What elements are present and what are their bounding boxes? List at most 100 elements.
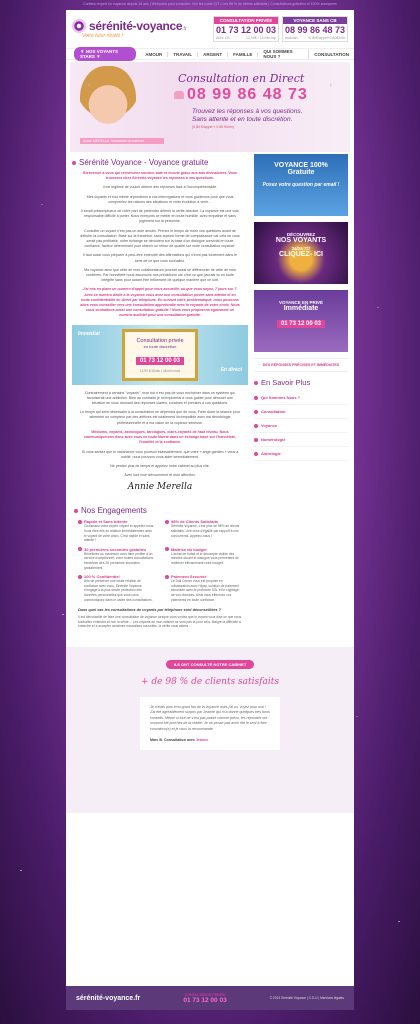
sidebar-link-consultation[interactable]: Consultation	[254, 405, 348, 419]
link-label: Astrologie	[261, 451, 281, 456]
paragraph: Contrairement à certains "voyants", mon …	[84, 390, 236, 406]
bullet-icon	[78, 519, 82, 524]
faq-block: Dans quel cas les consultations de voyan…	[66, 602, 256, 635]
bullet-icon	[165, 519, 169, 524]
footer: sérénité-voyance.fr CONSULTATION PRIVÉE …	[66, 986, 354, 1010]
bullet-icon	[78, 574, 82, 579]
bullet-icon	[254, 423, 258, 428]
founder-caption: Annie MERELLA, fondatrice du cabinet	[80, 138, 164, 144]
engagement-item: 100 % Confidentiel Afin de préserver une …	[78, 574, 155, 602]
engagements-section: Nos Engagements Rapide et Sans Attente Ch…	[66, 506, 250, 602]
phone-box-audiotel[interactable]: VOYANCE SANS CB 08 99 86 48 73 Audiotel *…	[282, 16, 348, 42]
paragraph: J'ai mis en place un numéro d'appel pour…	[80, 287, 240, 318]
cta-frame[interactable]: Consultation privée en toute discrétion …	[122, 328, 198, 381]
footer-phone-number[interactable]: 01 73 12 00 03	[183, 997, 226, 1004]
bullet-icon	[254, 437, 258, 442]
consultation-cta-banner[interactable]: Immédiat Consultation privée en toute di…	[72, 324, 248, 385]
private-voyance-banner[interactable]: VOYANCE EN PRIVÉ Immédiate 01 73 12 00 0…	[254, 290, 348, 352]
discover-voyants-banner[interactable]: DÉCOUVREZ NOS VOYANTS 24/24 7/7 CLIQUEZ-…	[254, 222, 348, 284]
sidebar: VOYANCE 100% Gratuite Posez votre questi…	[254, 154, 348, 502]
engagement-desc: Sérénité Voyance, c'est plus de 98% de c…	[171, 524, 240, 538]
cta-tag-immediat: Immédiat	[78, 330, 100, 337]
sidebar-link-qui-sommes-nous[interactable]: Qui Sommes Nous ?	[254, 391, 348, 405]
phone-note-left: Avec CB	[216, 36, 230, 40]
link-label: Qui Sommes Nous ?	[261, 395, 301, 400]
engagement-desc: Afin de préserver une totale relation de…	[84, 579, 153, 602]
bullet-icon	[254, 409, 258, 414]
hero-sub-1: Trouvez les réponses à vos questions.	[192, 108, 303, 115]
faq-answer: Il est déconseillé de faire une consulta…	[78, 615, 242, 629]
page-title-text: Sérénité Voyance - Voyance gratuite	[79, 158, 209, 167]
title-bullet-icon	[254, 380, 258, 385]
cta-subtitle: en toute discrétion	[143, 343, 177, 349]
engagement-item: Rapide et Sans Attente Choisissez votre e…	[78, 519, 155, 542]
phone-note-right: 12,90€ / 15 min top	[246, 36, 276, 40]
author-name: Marc B. Consultation avec	[150, 738, 195, 743]
banner-line: Posez votre question par email !	[262, 182, 340, 188]
sidebar-link-voyance[interactable]: Voyance	[254, 419, 348, 433]
bullet-icon	[78, 547, 82, 552]
hero-banner[interactable]: Annie MERELLA, fondatrice du cabinet Con…	[70, 62, 350, 152]
hero-phone-number[interactable]: 08 99 86 48 73	[187, 86, 308, 104]
link-label: Consultation	[261, 409, 286, 414]
more-title-text: En Savoir Plus	[261, 378, 311, 387]
title-bullet-icon	[72, 160, 76, 165]
engagement-desc: L'achat de forfait et le décompte visibl…	[171, 551, 239, 565]
engagement-item: Maîtrise du budget L'achat de forfait et …	[165, 547, 242, 570]
nav-voyants-stars[interactable]: ▼ NOS VOYANTS STARS ▼	[74, 47, 137, 61]
engagement-desc: Choisissez votre expert voyant et appele…	[84, 524, 155, 543]
banner-line: VOYANCE 100%	[274, 162, 328, 169]
paragraph: Ma voyance ainsi que celle de mes collab…	[84, 267, 236, 283]
nav-item-amour[interactable]: AMOUR	[140, 51, 169, 57]
intro-paragraph: Bienvenue à vous qui recherchez soutien,…	[83, 171, 237, 181]
phone-number[interactable]: 01 73 12 00 03	[214, 24, 278, 36]
bullet-icon	[165, 574, 169, 579]
paragraph: Le temps qui sera nécessaire à la consul…	[80, 410, 240, 425]
paragraph: Consulter un voyant n'est pas un acte an…	[80, 228, 240, 249]
page-title: Sérénité Voyance - Voyance gratuite	[72, 158, 248, 167]
top-info-line: Contenu expert en voyance depuis 18 ans …	[83, 2, 337, 6]
cta-price: 12,90 €/15min • 48 min maxi	[139, 368, 181, 373]
engagement-item: 30 premières secondes gratuites Bénéficie…	[78, 547, 155, 570]
phone-note-right: *0,80€/appel+0,80€/min	[307, 36, 345, 40]
nav-item-famille[interactable]: FAMILLE	[228, 51, 259, 57]
banner-line: Gratuite	[287, 169, 315, 176]
nav-item-travail[interactable]: TRAVAIL	[168, 51, 199, 57]
carousel-prev-icon[interactable]: ‹	[88, 80, 91, 89]
paragraph: Si vous sentez que le malchance vous pou…	[81, 449, 239, 459]
phone-number[interactable]: 08 99 86 48 73	[283, 24, 347, 36]
free-voyance-banner[interactable]: VOYANCE 100% Gratuite Posez votre questi…	[254, 154, 348, 216]
nav-item-argent[interactable]: ARGENT	[198, 51, 229, 57]
paragraph: Il faut aussi vous préparer à peut-être …	[82, 253, 238, 263]
hero-sub-2: Sans attente et en toute discrétion.	[192, 115, 293, 123]
testimonials-section: ILS ONT CONSULTÉ NOTRE CABINET + de 98 %…	[66, 80, 354, 814]
sidebar-link-astrologie[interactable]: Astrologie	[254, 447, 348, 461]
sidebar-note: DES RÉPONSES PRÉCISES ET IMMÉDIATES	[254, 358, 348, 372]
logo[interactable]: sérénité-voyance.fr Votre futur révélé !	[72, 19, 187, 39]
author-voyant-link[interactable]: Jeanne	[196, 738, 208, 742]
engagement-item: 98% de Clients Satisfaits Sérénité Voyanc…	[165, 519, 242, 542]
bullet-icon	[254, 395, 258, 400]
engagement-desc: Le Dial Center vous est proposé en colla…	[171, 579, 239, 602]
carousel-next-icon[interactable]: ›	[329, 80, 332, 89]
footer-phone-box[interactable]: CONSULTATION PRIVÉE 01 73 12 00 03	[183, 993, 226, 1004]
paragraph: Médiums, voyants, astrologues, tarologue…	[83, 429, 237, 445]
testimonial-author: Marc B. Consultation avec Jeanne	[150, 738, 270, 742]
cta-phone-number[interactable]: 01 73 12 00 03	[135, 356, 185, 365]
logo-text: sérénité-voyance	[89, 19, 183, 33]
testimonials-badge: ILS ONT CONSULTÉ NOTRE CABINET	[165, 660, 255, 670]
footer-copyright: © 2013 Sérénité Voyance | C.G.U | Mentio…	[269, 996, 344, 1000]
footer-logo[interactable]: sérénité-voyance.fr	[76, 995, 140, 1002]
bullet-icon	[165, 547, 169, 552]
title-bullet-icon	[74, 508, 78, 513]
banner-phone-number[interactable]: 01 73 12 00 03	[276, 320, 326, 328]
phone-box-private[interactable]: CONSULTATION PRIVÉE 01 73 12 00 03 Avec …	[213, 16, 279, 42]
sidebar-link-numerologie[interactable]: Numérologie	[254, 433, 348, 447]
phone-icon	[174, 91, 184, 99]
nav-item-qui-sommes-nous[interactable]: QUI SOMMES NOUS ?	[258, 49, 310, 59]
link-label: Numérologie	[261, 437, 286, 442]
link-label: Voyance	[261, 423, 278, 428]
footer-phone-label: CONSULTATION PRIVÉE	[184, 992, 226, 997]
hero-title: Consultation en Direct	[178, 72, 305, 85]
nav-item-consultation[interactable]: CONSULTATION	[309, 52, 354, 57]
